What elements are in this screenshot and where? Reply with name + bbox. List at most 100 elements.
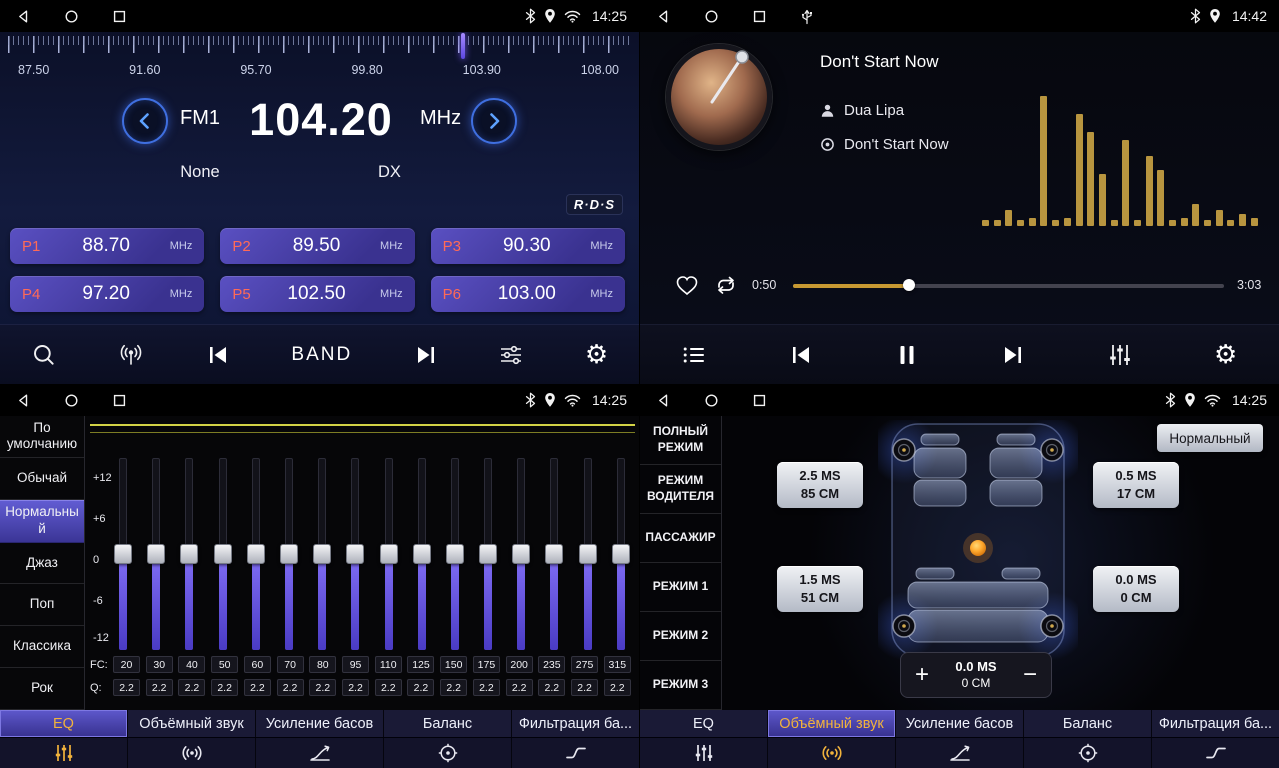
- eq-band-slider[interactable]: [312, 458, 332, 650]
- surround-icon[interactable]: [128, 738, 256, 768]
- eq-slider-handle[interactable]: [446, 544, 464, 564]
- delay-rear-right[interactable]: 0.0 MS 0 CM: [1093, 566, 1179, 612]
- previous-station-icon[interactable]: [206, 344, 230, 366]
- eq-preset-custom[interactable]: Обычай: [0, 458, 84, 500]
- preset-button-p1[interactable]: P188.70MHz: [10, 228, 204, 264]
- back-icon[interactable]: [16, 393, 31, 408]
- preset-button-p2[interactable]: P289.50MHz: [220, 228, 414, 264]
- eq-preset-default[interactable]: По умолчанию: [0, 416, 84, 458]
- eq-slider-handle[interactable]: [413, 544, 431, 564]
- preset-button-p3[interactable]: P390.30MHz: [431, 228, 625, 264]
- settings-gear-icon[interactable]: ⚙: [585, 342, 608, 368]
- eq-preset-normal[interactable]: Нормальный: [0, 500, 84, 543]
- eq-slider-handle[interactable]: [180, 544, 198, 564]
- mode-3[interactable]: РЕЖИМ 3: [640, 661, 721, 710]
- tune-settings-icon[interactable]: [499, 344, 523, 366]
- back-icon[interactable]: [656, 393, 671, 408]
- delay-front-right[interactable]: 0.5 MS 17 CM: [1093, 462, 1179, 508]
- eq-band-slider[interactable]: [478, 458, 498, 650]
- bass-boost-icon[interactable]: [896, 738, 1024, 768]
- eq-preset-classic[interactable]: Классика: [0, 626, 84, 668]
- next-track-icon[interactable]: [1001, 344, 1025, 366]
- repeat-icon[interactable]: [713, 274, 739, 296]
- tab-balance[interactable]: Баланс: [384, 710, 512, 737]
- eq-slider-handle[interactable]: [114, 544, 132, 564]
- eq-slider-handle[interactable]: [545, 544, 563, 564]
- mode-driver[interactable]: РЕЖИМ ВОДИТЕЛЯ: [640, 465, 721, 514]
- eq-band-slider[interactable]: [246, 458, 266, 650]
- eq-band-slider[interactable]: [279, 458, 299, 650]
- band-button[interactable]: BAND: [291, 344, 352, 366]
- eq-band-slider[interactable]: [511, 458, 531, 650]
- playlist-icon[interactable]: [682, 345, 706, 365]
- progress-thumb[interactable]: [903, 279, 915, 291]
- tune-down-button[interactable]: [122, 98, 168, 144]
- settings-gear-icon[interactable]: ⚙: [1214, 342, 1237, 368]
- broadcast-icon[interactable]: [118, 343, 144, 367]
- mode-passenger[interactable]: ПАССАЖИР: [640, 514, 721, 563]
- eq-band-slider[interactable]: [445, 458, 465, 650]
- next-station-icon[interactable]: [414, 344, 438, 366]
- sound-preset-button[interactable]: Нормальный: [1157, 424, 1263, 452]
- delay-increase-button[interactable]: +: [901, 653, 943, 697]
- tab-balance[interactable]: Баланс: [1024, 710, 1152, 737]
- recents-icon[interactable]: [112, 393, 127, 408]
- eq-faders-icon[interactable]: [0, 738, 128, 768]
- eq-band-slider[interactable]: [146, 458, 166, 650]
- home-icon[interactable]: [64, 393, 79, 408]
- eq-band-slider[interactable]: [578, 458, 598, 650]
- previous-track-icon[interactable]: [789, 344, 813, 366]
- balance-icon[interactable]: [1024, 738, 1152, 768]
- back-icon[interactable]: [656, 9, 671, 24]
- tab-surround[interactable]: Объёмный звук: [128, 710, 256, 737]
- recents-icon[interactable]: [752, 393, 767, 408]
- recents-icon[interactable]: [752, 9, 767, 24]
- tab-bass-boost[interactable]: Усиление басов: [256, 710, 384, 737]
- tab-bass-boost[interactable]: Усиление басов: [896, 710, 1024, 737]
- eq-band-slider[interactable]: [345, 458, 365, 650]
- eq-band-slider[interactable]: [113, 458, 133, 650]
- tab-filter[interactable]: Фильтрация ба...: [1152, 710, 1279, 737]
- eq-preset-rock[interactable]: Рок: [0, 668, 84, 710]
- eq-band-slider[interactable]: [213, 458, 233, 650]
- scan-icon[interactable]: [31, 342, 57, 368]
- balance-icon[interactable]: [384, 738, 512, 768]
- home-icon[interactable]: [704, 393, 719, 408]
- eq-slider-handle[interactable]: [479, 544, 497, 564]
- mode-full[interactable]: ПОЛНЫЙ РЕЖИМ: [640, 416, 721, 465]
- eq-faders-icon[interactable]: [640, 738, 768, 768]
- preset-button-p6[interactable]: P6103.00MHz: [431, 276, 625, 312]
- eq-band-slider[interactable]: [179, 458, 199, 650]
- eq-slider-handle[interactable]: [214, 544, 232, 564]
- eq-slider-handle[interactable]: [612, 544, 630, 564]
- eq-preset-jazz[interactable]: Джаз: [0, 543, 84, 585]
- eq-slider-handle[interactable]: [280, 544, 298, 564]
- eq-slider-handle[interactable]: [346, 544, 364, 564]
- mixer-icon[interactable]: [1109, 343, 1131, 367]
- home-icon[interactable]: [64, 9, 79, 24]
- tab-surround[interactable]: Объёмный звук: [768, 710, 896, 737]
- mode-1[interactable]: РЕЖИМ 1: [640, 563, 721, 612]
- eq-band-slider[interactable]: [412, 458, 432, 650]
- eq-preset-pop[interactable]: Поп: [0, 584, 84, 626]
- filter-icon[interactable]: [512, 738, 639, 768]
- eq-slider-handle[interactable]: [147, 544, 165, 564]
- eq-band-slider[interactable]: [544, 458, 564, 650]
- preset-button-p4[interactable]: P497.20MHz: [10, 276, 204, 312]
- eq-slider-handle[interactable]: [313, 544, 331, 564]
- delay-front-left[interactable]: 2.5 MS 85 CM: [777, 462, 863, 508]
- tab-filter[interactable]: Фильтрация ба...: [512, 710, 639, 737]
- delay-decrease-button[interactable]: −: [1009, 653, 1051, 697]
- mode-2[interactable]: РЕЖИМ 2: [640, 612, 721, 661]
- tab-eq[interactable]: EQ: [640, 710, 768, 737]
- eq-slider-handle[interactable]: [512, 544, 530, 564]
- tune-up-button[interactable]: [471, 98, 517, 144]
- preset-button-p5[interactable]: P5102.50MHz: [220, 276, 414, 312]
- progress-slider[interactable]: [793, 278, 1224, 292]
- back-icon[interactable]: [16, 9, 31, 24]
- tuning-scale[interactable]: [8, 36, 629, 60]
- pause-icon[interactable]: [896, 343, 918, 367]
- delay-rear-left[interactable]: 1.5 MS 51 CM: [777, 566, 863, 612]
- surround-icon[interactable]: [768, 738, 896, 768]
- recents-icon[interactable]: [112, 9, 127, 24]
